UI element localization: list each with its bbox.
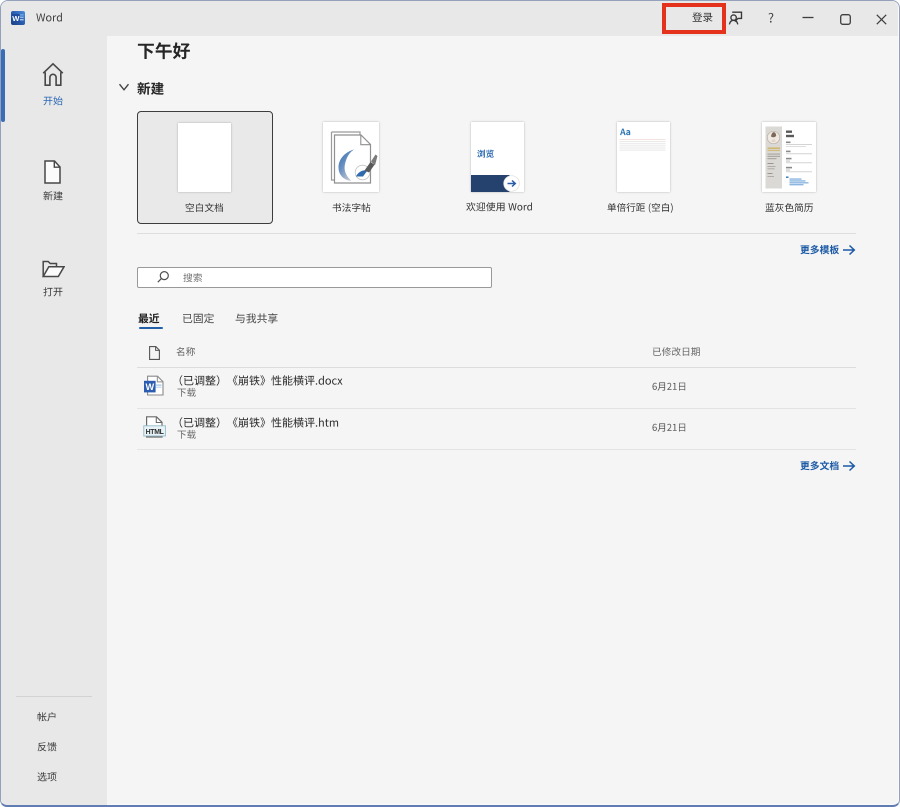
svg-text:W: W (145, 382, 154, 392)
svg-text:HTML: HTML (146, 429, 164, 436)
svg-text:W: W (12, 14, 20, 23)
